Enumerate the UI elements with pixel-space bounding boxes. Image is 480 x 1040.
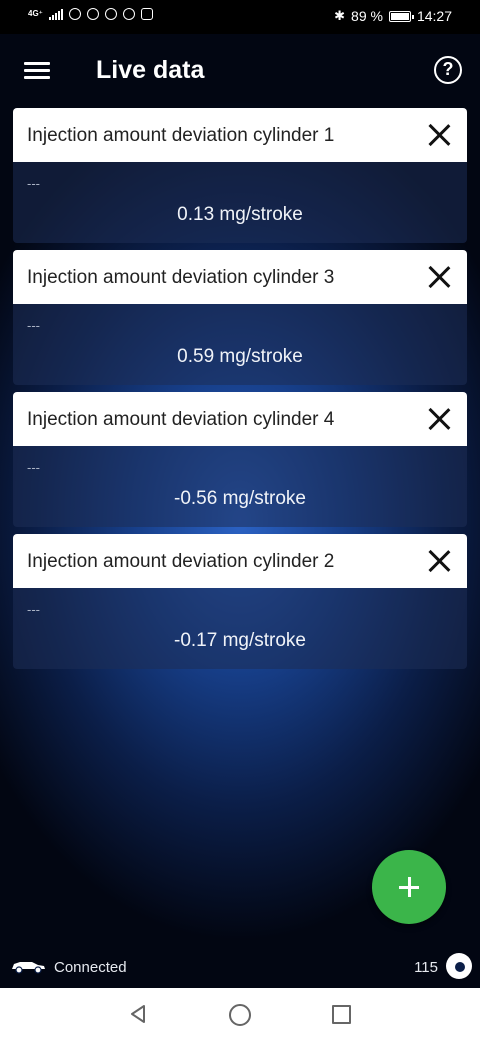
system-nav-bar [0,988,480,1040]
app-header: Live data ? [0,34,480,106]
snapchat-icon [122,8,135,20]
status-bar: 4G⁺ ✱ 89 % 14:27 [0,0,480,34]
snapchat-icon [86,8,99,20]
home-icon[interactable] [229,1004,251,1026]
card-title: Injection amount deviation cylinder 2 [27,551,335,572]
card-subtitle: --- [27,176,40,191]
page-title: Live data [96,56,205,84]
card-header: Injection amount deviation cylinder 3 [13,250,467,304]
recents-icon[interactable] [332,1005,351,1024]
signal-icon [48,8,63,20]
live-data-card: Injection amount deviation cylinder 2 --… [13,534,467,669]
bluetooth-icon: ✱ [334,8,346,23]
network-label: 4G⁺ [28,9,43,18]
card-value: 0.59 mg/stroke [177,346,303,367]
card-title: Injection amount deviation cylinder 1 [27,125,335,146]
card-body: --- -0.56 mg/stroke [13,446,467,527]
card-header: Injection amount deviation cylinder 2 [13,534,467,588]
spotify-icon [68,8,81,20]
connection-bar: Connected 115 [0,950,480,986]
card-title: Injection amount deviation cylinder 4 [27,409,335,430]
card-header: Injection amount deviation cylinder 1 [13,108,467,162]
add-button[interactable] [372,850,446,924]
card-value: 0.13 mg/stroke [177,204,303,225]
battery-percent: 89 % [351,8,383,24]
card-value: -0.56 mg/stroke [174,488,306,509]
connection-status: Connected [54,959,127,976]
live-data-card: Injection amount deviation cylinder 1 --… [13,108,467,243]
close-icon[interactable] [427,407,451,431]
card-body: --- 0.59 mg/stroke [13,304,467,385]
card-subtitle: --- [27,602,40,617]
count-value: 115 [414,959,438,976]
card-subtitle: --- [27,460,40,475]
close-icon[interactable] [427,549,451,573]
back-icon[interactable] [128,1004,148,1024]
help-icon[interactable]: ? [434,56,462,84]
card-body: --- 0.13 mg/stroke [13,162,467,243]
close-icon[interactable] [427,265,451,289]
card-value: -0.17 mg/stroke [174,630,306,651]
instagram-icon [140,8,153,20]
whatsapp-icon [104,8,117,20]
battery-icon [388,10,414,22]
live-data-card: Injection amount deviation cylinder 3 --… [13,250,467,385]
menu-icon[interactable] [24,62,50,80]
gauge-icon[interactable] [446,953,472,979]
card-title: Injection amount deviation cylinder 3 [27,267,335,288]
card-body: --- -0.17 mg/stroke [13,588,467,669]
card-subtitle: --- [27,318,40,333]
live-data-list: Injection amount deviation cylinder 1 --… [13,108,467,676]
clock: 14:27 [416,8,452,24]
car-icon [12,962,45,974]
close-icon[interactable] [427,123,451,147]
live-data-card: Injection amount deviation cylinder 4 --… [13,392,467,527]
card-header: Injection amount deviation cylinder 4 [13,392,467,446]
